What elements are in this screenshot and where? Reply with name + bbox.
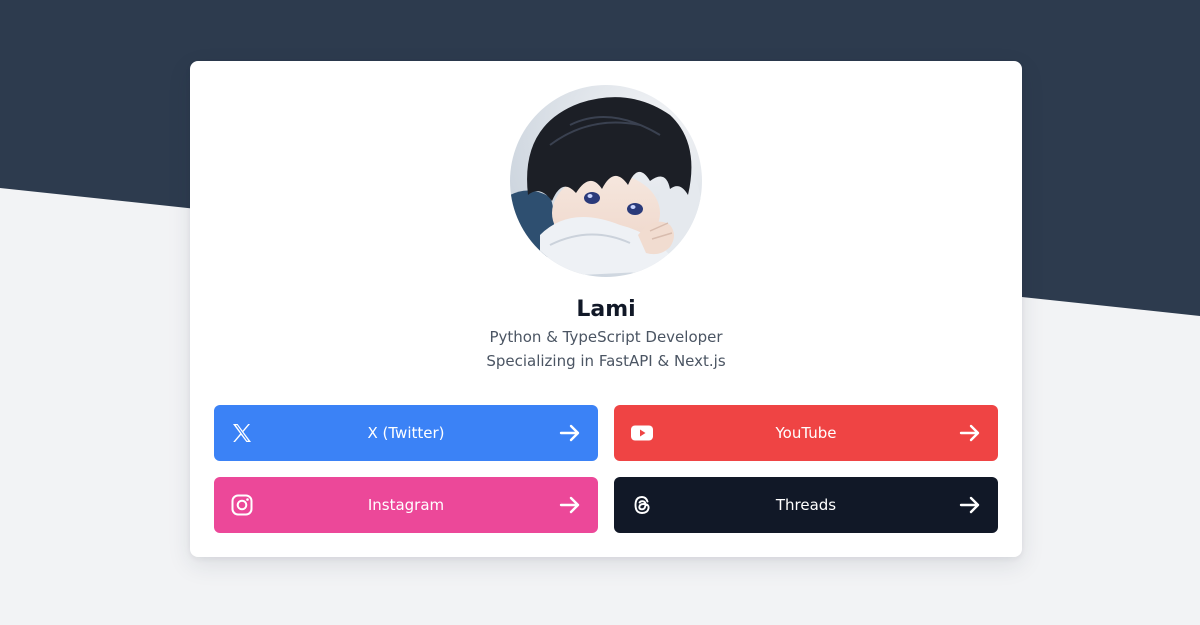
arrow-right-icon	[559, 496, 580, 514]
avatar	[510, 85, 702, 277]
youtube-link-button[interactable]: YouTube	[614, 405, 998, 461]
threads-link-label: Threads	[775, 496, 837, 514]
instagram-link-label: Instagram	[367, 496, 445, 514]
page: Lami Python & TypeScript Developer Speci…	[0, 0, 1200, 625]
arrow-right-icon	[959, 424, 980, 442]
arrow-right-icon	[559, 424, 580, 442]
instagram-link-button[interactable]: Instagram	[214, 477, 598, 533]
threads-link-button[interactable]: Threads	[614, 477, 998, 533]
profile-bio-line-2: Specializing in FastAPI & Next.js	[486, 352, 726, 370]
x-twitter-link-label: X (Twitter)	[367, 424, 445, 442]
profile-name: Lami	[576, 297, 636, 322]
arrow-right-icon	[959, 496, 980, 514]
profile-bio-line-1: Python & TypeScript Developer	[489, 328, 723, 346]
youtube-link-label: YouTube	[775, 424, 837, 442]
x-twitter-link-button[interactable]: X (Twitter)	[214, 405, 598, 461]
profile-card: Lami Python & TypeScript Developer Speci…	[190, 61, 1022, 557]
